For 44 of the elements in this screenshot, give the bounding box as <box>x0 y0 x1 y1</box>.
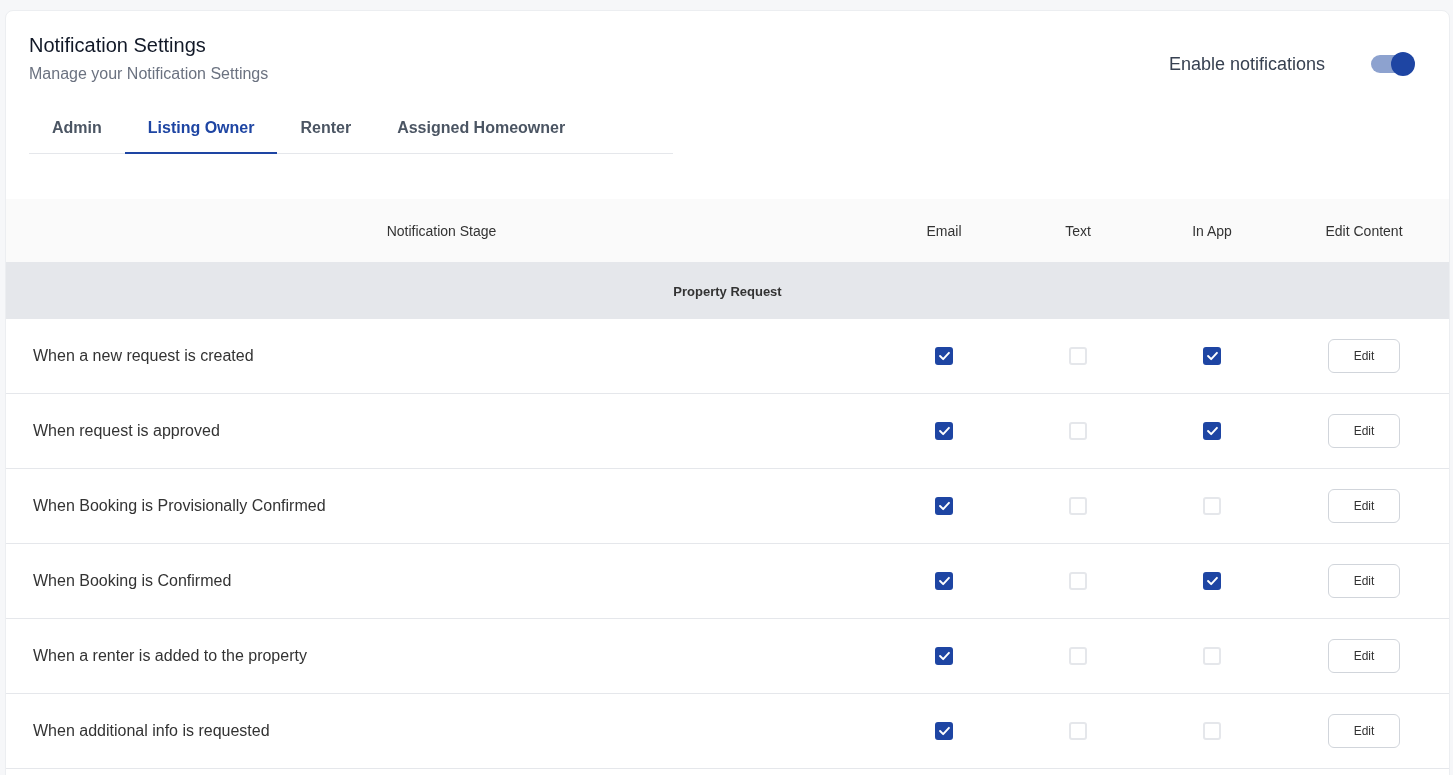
table-cell: When Booking is Confirmed <box>33 572 232 589</box>
column-header: Notification Stage <box>385 222 498 239</box>
table-cell: When Booking is Provisionally Confirmed <box>33 497 326 514</box>
check-icon <box>938 577 950 585</box>
checkbox[interactable] <box>935 422 953 440</box>
notifications-toggle[interactable] <box>1371 55 1413 73</box>
check-icon <box>938 727 950 735</box>
check-icon <box>1206 577 1218 585</box>
tab[interactable]: Listing Owner <box>124 108 278 154</box>
check-icon <box>938 427 950 435</box>
tab[interactable]: Assigned Homeowner <box>374 108 589 154</box>
page-title: Notification Settings <box>29 34 207 57</box>
checkbox[interactable] <box>1203 572 1221 590</box>
checkbox[interactable] <box>935 647 953 665</box>
table-cell: When a new request is created <box>33 347 254 364</box>
checkbox[interactable] <box>935 497 953 515</box>
edit-button[interactable]: Edit <box>1328 714 1400 748</box>
toggle-label: Enable notifications <box>1168 53 1325 75</box>
check-icon <box>938 652 950 660</box>
table-cell: When request is approved <box>33 422 220 439</box>
check-icon <box>938 352 950 360</box>
tab[interactable]: Admin <box>29 108 125 154</box>
tab[interactable]: Renter <box>277 108 375 154</box>
checkbox[interactable] <box>935 572 953 590</box>
checkbox[interactable] <box>935 347 953 365</box>
table-cell: When additional info is requested <box>33 722 270 739</box>
check-icon <box>938 502 950 510</box>
check-icon <box>1206 427 1218 435</box>
edit-button[interactable]: Edit <box>1328 639 1400 673</box>
edit-button[interactable]: Edit <box>1328 489 1400 523</box>
edit-button[interactable]: Edit <box>1328 564 1400 598</box>
page-subtitle: Manage your Notification Settings <box>29 65 269 83</box>
checkbox[interactable] <box>1203 347 1221 365</box>
group-heading: Property Request <box>673 283 782 299</box>
check-icon <box>1206 352 1218 360</box>
column-header: Email <box>925 222 963 239</box>
checkbox[interactable] <box>1203 422 1221 440</box>
table-cell: When a renter is added to the property <box>33 647 307 664</box>
edit-button[interactable]: Edit <box>1328 339 1400 373</box>
column-header: Text <box>1064 222 1092 239</box>
edit-button[interactable]: Edit <box>1328 414 1400 448</box>
column-header: Edit Content <box>1324 222 1404 239</box>
checkbox[interactable] <box>935 722 953 740</box>
column-header: In App <box>1191 222 1233 239</box>
